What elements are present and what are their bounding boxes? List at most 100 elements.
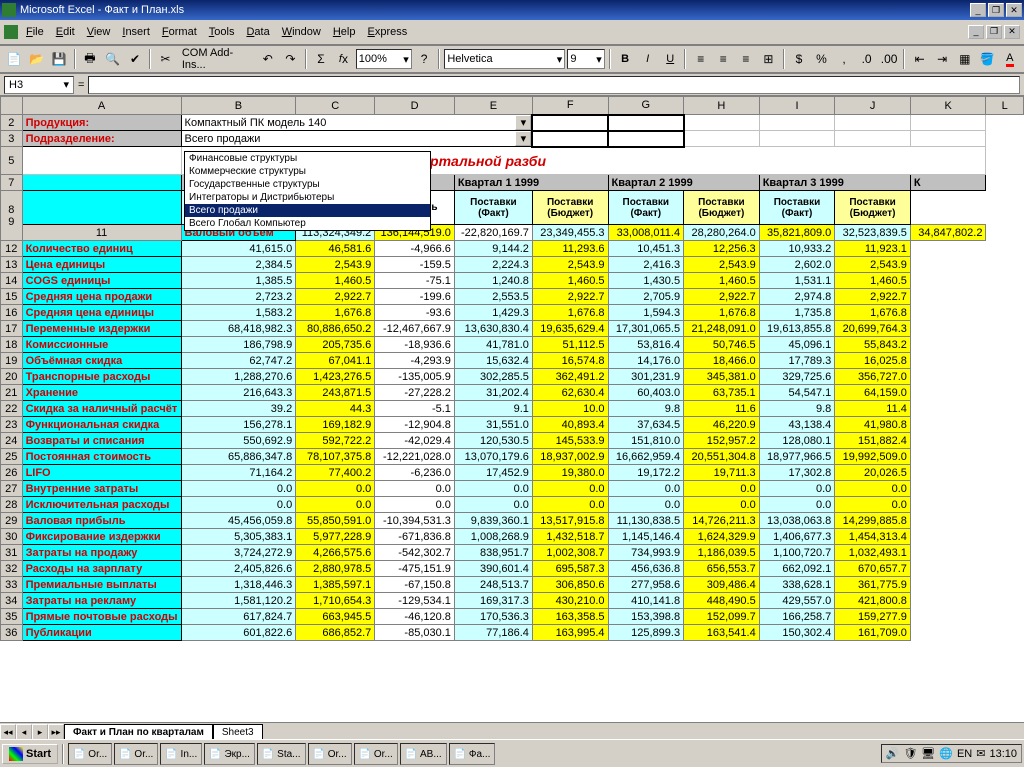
col-header[interactable]: A <box>22 97 181 115</box>
data-cell[interactable]: -22,820,169.7 <box>454 225 532 241</box>
antivirus-icon[interactable]: 🛡 <box>903 747 917 760</box>
data-cell[interactable]: 2,543.9 <box>296 257 375 273</box>
data-cell[interactable]: 2,922.7 <box>532 289 608 305</box>
data-cell[interactable]: -10,394,531.3 <box>375 513 455 529</box>
row-header[interactable]: 5 <box>1 147 23 175</box>
data-cell[interactable]: 128,080.1 <box>759 433 835 449</box>
systray[interactable]: 🔊 🛡 🖥 🌐 EN ✉ 13:10 <box>881 744 1022 763</box>
dropdown-option[interactable]: Коммерческие структуры <box>185 165 430 178</box>
data-cell[interactable]: 11.4 <box>835 401 911 417</box>
preview-button[interactable]: 🔍 <box>102 48 123 70</box>
percent-button[interactable]: % <box>811 48 832 70</box>
data-cell[interactable]: 1,676.8 <box>684 305 760 321</box>
taskbar-item[interactable]: 📄 In... <box>160 743 202 765</box>
cell[interactable] <box>22 147 181 175</box>
data-cell[interactable]: -542,302.7 <box>375 545 455 561</box>
taskbar-item[interactable]: 📄 Or... <box>308 743 352 765</box>
data-cell[interactable]: 0.0 <box>684 497 760 513</box>
sigma-button[interactable]: Σ <box>311 48 332 70</box>
data-cell[interactable]: 0.0 <box>375 497 455 513</box>
data-cell[interactable]: 2,543.9 <box>532 257 608 273</box>
col-header[interactable]: K <box>910 97 986 115</box>
data-cell[interactable]: 17,452.9 <box>454 465 532 481</box>
data-cell[interactable]: 23,349,455.3 <box>532 225 608 241</box>
data-cell[interactable]: 60,403.0 <box>608 385 684 401</box>
menu-view[interactable]: View <box>81 24 117 40</box>
addins-label[interactable]: COM Add-Ins... <box>178 47 256 71</box>
col-header[interactable]: G <box>608 97 684 115</box>
data-cell[interactable]: -6,236.0 <box>375 465 455 481</box>
data-cell[interactable]: 77,186.4 <box>454 625 532 641</box>
data-cell[interactable]: 13,038,063.8 <box>759 513 835 529</box>
data-cell[interactable]: 152,099.7 <box>684 609 760 625</box>
data-cell[interactable]: -85,030.1 <box>375 625 455 641</box>
data-cell[interactable]: 0.0 <box>835 481 911 497</box>
open-button[interactable]: 📂 <box>27 48 48 70</box>
data-cell[interactable]: 1,583.2 <box>181 305 296 321</box>
row-header[interactable]: 19 <box>1 353 23 369</box>
data-cell[interactable]: 0.0 <box>835 497 911 513</box>
data-cell[interactable]: -67,150.8 <box>375 577 455 593</box>
dec-decimal-button[interactable]: .00 <box>879 48 900 70</box>
division-dropdown[interactable]: Всего продажи▾ <box>181 131 532 147</box>
menu-help[interactable]: Help <box>327 24 362 40</box>
data-cell[interactable]: 35,821,809.0 <box>759 225 835 241</box>
data-cell[interactable]: 2,974.8 <box>759 289 835 305</box>
taskbar-item[interactable]: 📄 Экр... <box>204 743 255 765</box>
data-cell[interactable]: 345,381.0 <box>684 369 760 385</box>
align-center-button[interactable]: ≡ <box>713 48 734 70</box>
data-cell[interactable]: 45,456,059.8 <box>181 513 296 529</box>
row-header[interactable]: 17 <box>1 321 23 337</box>
row-header[interactable]: 32 <box>1 561 23 577</box>
menu-data[interactable]: Data <box>240 24 275 40</box>
data-cell[interactable]: 16,662,959.4 <box>608 449 684 465</box>
taskbar-item[interactable]: 📄 Or... <box>354 743 398 765</box>
dropdown-option[interactable]: Всего Глобал Компьютер <box>185 217 430 230</box>
cut-button[interactable]: ✂ <box>155 48 176 70</box>
taskbar-item[interactable]: 📄 АВ... <box>400 743 447 765</box>
formula-input[interactable] <box>88 76 1020 94</box>
data-cell[interactable]: 14,299,885.8 <box>835 513 911 529</box>
fontsize-combo[interactable]: 9▾ <box>567 49 605 69</box>
row-header[interactable]: 22 <box>1 401 23 417</box>
data-cell[interactable]: 1,385,597.1 <box>296 577 375 593</box>
data-cell[interactable]: 4,266,575.6 <box>296 545 375 561</box>
col-header[interactable]: J <box>835 97 911 115</box>
dropdown-option[interactable]: Всего продажи <box>185 204 430 217</box>
row-header[interactable]: 2 <box>1 115 23 131</box>
cell[interactable] <box>608 131 684 147</box>
mail-icon[interactable]: ✉ <box>976 747 985 760</box>
data-cell[interactable]: 9.8 <box>608 401 684 417</box>
product-dropdown[interactable]: Компактный ПК модель 140▾ <box>181 115 532 131</box>
data-cell[interactable]: 2,543.9 <box>835 257 911 273</box>
row-header[interactable]: 27 <box>1 481 23 497</box>
data-cell[interactable]: 362,491.2 <box>532 369 608 385</box>
row-header[interactable]: 28 <box>1 497 23 513</box>
data-cell[interactable]: 2,553.5 <box>454 289 532 305</box>
data-cell[interactable]: 550,692.9 <box>181 433 296 449</box>
data-cell[interactable]: 62,630.4 <box>532 385 608 401</box>
data-cell[interactable]: -4,966.6 <box>375 241 455 257</box>
row-header[interactable]: 12 <box>1 241 23 257</box>
data-cell[interactable]: 1,710,654.3 <box>296 593 375 609</box>
tab-prev-button[interactable]: ◂ <box>16 724 32 740</box>
data-cell[interactable]: 0.0 <box>759 497 835 513</box>
data-cell[interactable]: -4,293.9 <box>375 353 455 369</box>
data-cell[interactable]: 1,432,518.7 <box>532 529 608 545</box>
spelling-button[interactable]: ✔ <box>125 48 146 70</box>
data-cell[interactable]: 1,385.5 <box>181 273 296 289</box>
data-cell[interactable]: 1,594.3 <box>608 305 684 321</box>
data-cell[interactable]: 0.0 <box>684 481 760 497</box>
data-cell[interactable]: 2,543.9 <box>684 257 760 273</box>
data-cell[interactable]: 390,601.4 <box>454 561 532 577</box>
data-cell[interactable]: 19,613,855.8 <box>759 321 835 337</box>
data-cell[interactable]: 10,451.3 <box>608 241 684 257</box>
data-cell[interactable]: 37,634.5 <box>608 417 684 433</box>
data-cell[interactable]: 1,460.5 <box>835 273 911 289</box>
data-cell[interactable]: 301,231.9 <box>608 369 684 385</box>
data-cell[interactable]: 71,164.2 <box>181 465 296 481</box>
data-cell[interactable]: -129,534.1 <box>375 593 455 609</box>
data-cell[interactable]: 20,699,764.3 <box>835 321 911 337</box>
data-cell[interactable]: 17,789.3 <box>759 353 835 369</box>
data-cell[interactable]: 20,026.5 <box>835 465 911 481</box>
